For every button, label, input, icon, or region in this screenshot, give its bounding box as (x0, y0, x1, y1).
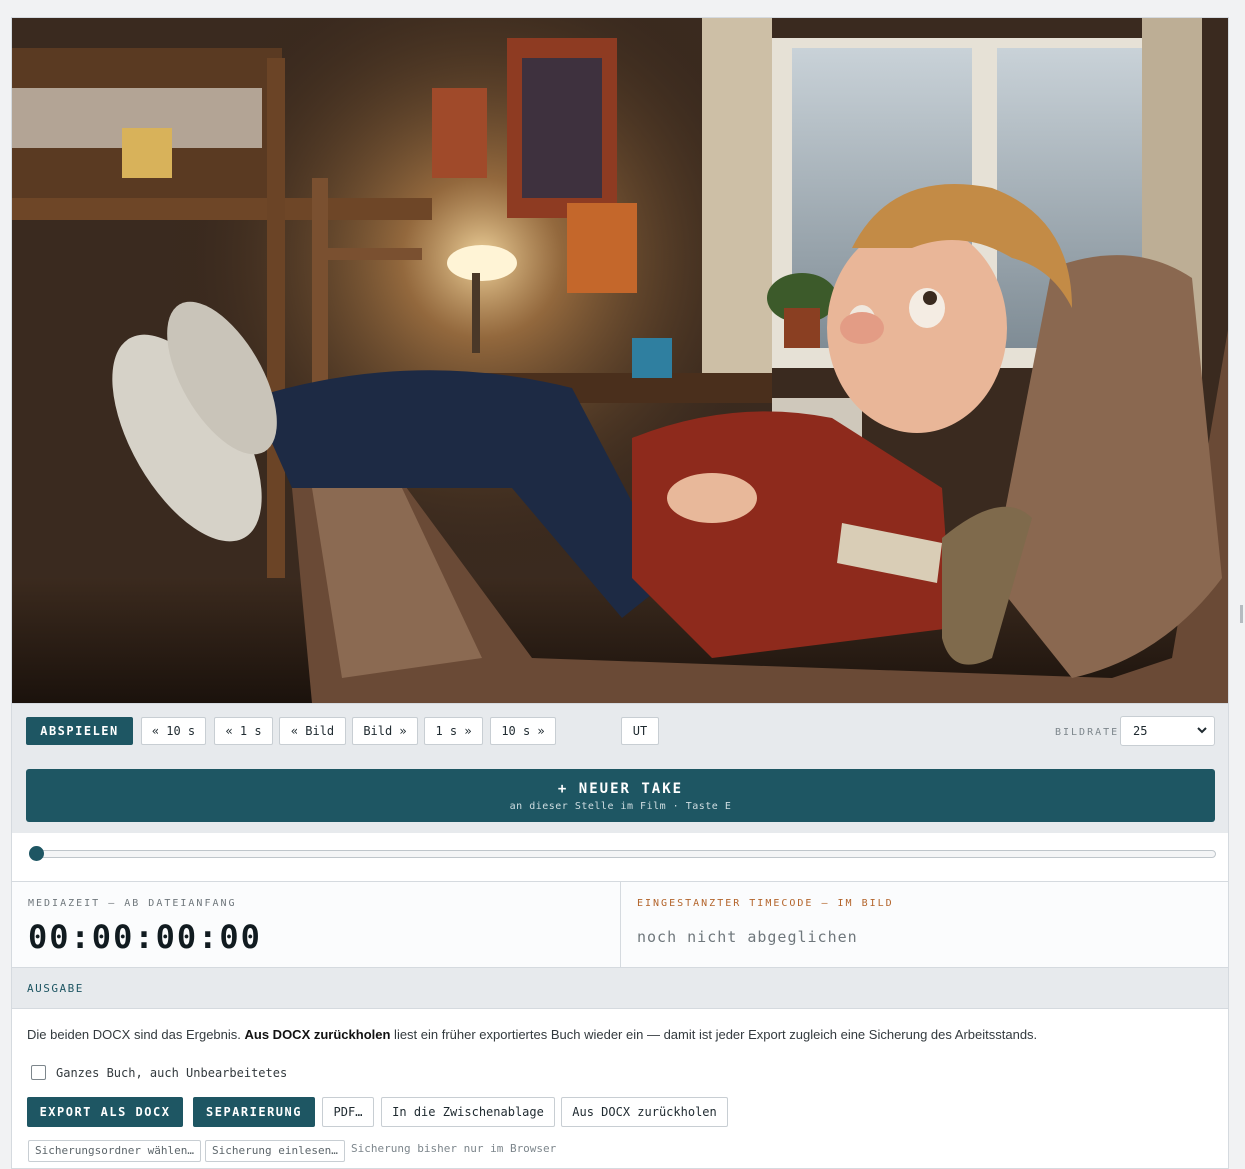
editor-frame: ABSPIELEN « 10 s « 1 s « Bild Bild » 1 s… (11, 17, 1229, 1169)
forward-1s-button[interactable]: 1 s » (424, 717, 483, 745)
media-time-caption: MEDIAZEIT — AB DATEIANFANG (28, 898, 237, 909)
forward-frame-button[interactable]: Bild » (352, 717, 418, 745)
forward-10s-button[interactable]: 10 s » (490, 717, 556, 745)
backup-status-text: Sicherung bisher nur im Browser (351, 1142, 557, 1155)
media-time-value: 00:00:00:00 (28, 918, 262, 956)
video-player[interactable] (12, 18, 1228, 703)
new-take-subtitle: an dieser Stelle im Film · Taste E (509, 801, 732, 812)
output-desc-part2: liest ein früher exportiertes Buch wiede… (390, 1027, 1038, 1042)
framerate-label: BILDRATE (1055, 727, 1120, 738)
output-section-header: AUSGABE (12, 967, 1228, 1009)
timecode-panel: MEDIAZEIT — AB DATEIANFANG 00:00:00:00 E… (12, 881, 1228, 968)
copy-to-clipboard-button[interactable]: In die Zwischenablage (381, 1097, 555, 1127)
scrollbar-marker[interactable] (1240, 605, 1243, 623)
back-10s-button[interactable]: « 10 s (141, 717, 206, 745)
position-slider-row (12, 833, 1228, 881)
transport-bar: ABSPIELEN « 10 s « 1 s « Bild Bild » 1 s… (12, 703, 1228, 834)
framerate-select[interactable]: 25 (1120, 716, 1215, 746)
back-1s-button[interactable]: « 1 s (214, 717, 273, 745)
subtitles-button[interactable]: UT (621, 717, 659, 745)
framerate-value: 25 (1133, 724, 1148, 738)
burned-timecode-value: noch nicht abgeglichen (637, 928, 858, 946)
output-description: Die beiden DOCX sind das Ergebnis. Aus D… (27, 1027, 1037, 1042)
export-docx-button[interactable]: EXPORT ALS DOCX (27, 1097, 183, 1127)
pdf-button[interactable]: PDF… (322, 1097, 374, 1127)
media-time-box: MEDIAZEIT — AB DATEIANFANG 00:00:00:00 (12, 882, 621, 968)
whole-book-checkbox[interactable] (31, 1065, 46, 1080)
load-backup-button[interactable]: Sicherung einlesen… (205, 1140, 345, 1162)
output-desc-part1: Die beiden DOCX sind das Ergebnis. (27, 1027, 245, 1042)
output-desc-bold: Aus DOCX zurückholen (244, 1027, 391, 1042)
new-take-title: + NEUER TAKE (557, 781, 684, 797)
restore-from-docx-button[interactable]: Aus DOCX zurückholen (561, 1097, 728, 1127)
separation-button[interactable]: SEPARIERUNG (193, 1097, 315, 1127)
burned-timecode-caption: EINGESTANZTER TIMECODE — IM BILD (637, 898, 894, 909)
burned-timecode-box: EINGESTANZTER TIMECODE — IM BILD noch ni… (621, 882, 1228, 968)
position-slider-handle[interactable] (29, 846, 44, 861)
play-button[interactable]: ABSPIELEN (26, 717, 133, 745)
new-take-button[interactable]: + NEUER TAKE an dieser Stelle im Film · … (26, 769, 1215, 822)
output-section-title: AUSGABE (27, 982, 84, 995)
position-slider-track[interactable] (32, 850, 1216, 858)
whole-book-label[interactable]: Ganzes Buch, auch Unbearbeitetes (56, 1066, 287, 1080)
choose-backup-folder-button[interactable]: Sicherungsordner wählen… (28, 1140, 201, 1162)
chevron-down-icon (1197, 727, 1207, 734)
video-frame-image (12, 18, 1228, 703)
back-frame-button[interactable]: « Bild (279, 717, 346, 745)
